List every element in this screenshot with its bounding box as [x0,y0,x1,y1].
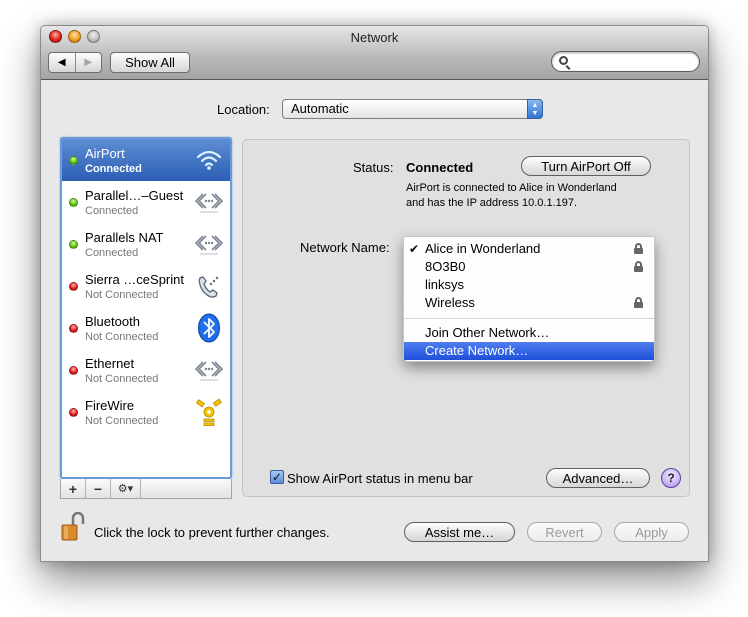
status-indicator-icon [69,408,78,417]
checkmark-icon: ✔ [409,242,420,256]
service-name: AirPort [85,146,125,161]
show-status-label[interactable]: Show AirPort status in menu bar [287,471,473,486]
service-status: Not Connected [85,373,159,385]
network-menu-item[interactable]: 8O3B0 [404,258,654,276]
status-value: Connected [406,160,474,175]
apply-button[interactable]: Apply [614,522,689,542]
network-name-label: Network Name: [300,240,390,255]
back-forward-control: ◀ ▶ [48,52,102,73]
location-value: Automatic [291,101,349,116]
network-menu-item[interactable]: linksys [404,276,654,294]
advanced-button[interactable]: Advanced… [546,468,650,488]
service-name: FireWire [85,398,135,413]
revert-button[interactable]: Revert [527,522,602,542]
help-button[interactable]: ? [661,468,681,488]
firewire-icon [194,397,224,427]
search-icon [559,56,568,65]
window-title: Network [350,30,399,45]
status-indicator-icon [69,324,78,333]
remove-service-button[interactable]: − [86,479,111,498]
show-status-checkbox[interactable]: ✓ [270,470,284,484]
status-description: AirPort is connected to Alice in Wonderl… [406,181,666,211]
network-name: linksys [425,277,465,292]
back-button[interactable]: ◀ [49,53,75,72]
ethernet-icon [194,355,224,385]
menu-separator [404,318,654,319]
status-indicator-icon [69,282,78,291]
bluetooth-icon [194,313,224,343]
search-field[interactable] [551,51,700,72]
unlocked-padlock-icon[interactable] [61,511,85,542]
status-label: Status: [353,160,394,175]
gear-icon: ⚙▾ [117,483,134,495]
add-service-button[interactable]: + [61,479,86,498]
updown-arrows-icon: ▲ ▼ [527,99,543,119]
join-other-network-item[interactable]: Join Other Network… [404,324,654,342]
back-arrow-icon: ◀ [57,57,66,68]
status-description-line: and has the IP address 10.0.1.197. [406,197,578,209]
forward-arrow-icon: ▶ [84,57,93,68]
wifi-icon [194,145,224,175]
network-name-menu: ✔ Alice in Wonderland 8O3B0 linksys Wire… [403,236,655,362]
service-status: Not Connected [85,415,159,427]
service-status: Connected [85,247,139,259]
status-indicator-icon [69,366,78,375]
menu-item-label: Create Network… [425,343,529,358]
service-list-toolbar: + − ⚙▾ [60,479,232,499]
service-item-airport[interactable]: AirPort Connected [62,139,230,181]
turn-airport-off-button[interactable]: Turn AirPort Off [521,156,651,176]
lock-icon [634,261,643,272]
service-item-sierra-cesprint[interactable]: Sierra …ceSprint Not Connected [62,265,230,307]
toolbar: Network ◀ ▶ Show All [41,26,708,80]
ethernet-icon [194,229,224,259]
network-menu-item[interactable]: ✔ Alice in Wonderland [404,240,654,258]
service-status: Not Connected [85,331,159,343]
menu-item-label: Join Other Network… [425,325,550,340]
show-all-button[interactable]: Show All [110,52,190,73]
status-indicator-icon [69,198,78,207]
service-name: Ethernet [85,356,135,371]
lock-message: Click the lock to prevent further change… [94,525,330,540]
forward-button[interactable]: ▶ [74,53,102,72]
service-item-bluetooth[interactable]: Bluetooth Not Connected [62,307,230,349]
network-name: 8O3B0 [425,259,466,274]
create-network-item[interactable]: Create Network… [404,342,654,360]
service-item-parallels-nat[interactable]: Parallels NAT Connected [62,223,230,265]
service-status: Connected [85,163,142,175]
action-menu-button[interactable]: ⚙▾ [111,479,141,498]
service-name: Bluetooth [85,314,140,329]
status-description-line: AirPort is connected to Alice in Wonderl… [406,182,617,194]
service-name: Parallel…–Guest [85,188,184,203]
service-name: Sierra …ceSprint [85,272,184,287]
lock-icon [634,297,643,308]
service-name: Parallels NAT [85,230,164,245]
service-status: Not Connected [85,289,159,301]
status-indicator-icon [69,156,78,165]
lock-icon [634,243,643,254]
service-status: Connected [85,205,139,217]
status-indicator-icon [69,240,78,249]
service-item-parallel-guest[interactable]: Parallel…–Guest Connected [62,181,230,223]
service-list: AirPort Connected Parallel…–Guest Connec… [60,137,232,479]
network-name: Wireless [425,295,475,310]
service-item-ethernet[interactable]: Ethernet Not Connected [62,349,230,391]
network-name: Alice in Wonderland [425,241,541,256]
service-item-firewire[interactable]: FireWire Not Connected [62,391,230,433]
location-label: Location: [217,102,270,117]
phone-modem-icon [194,271,224,301]
ethernet-icon [194,187,224,217]
network-menu-item[interactable]: Wireless [404,294,654,312]
location-select[interactable]: Automatic ▲ ▼ [282,99,543,119]
assist-me-button[interactable]: Assist me… [404,522,515,542]
